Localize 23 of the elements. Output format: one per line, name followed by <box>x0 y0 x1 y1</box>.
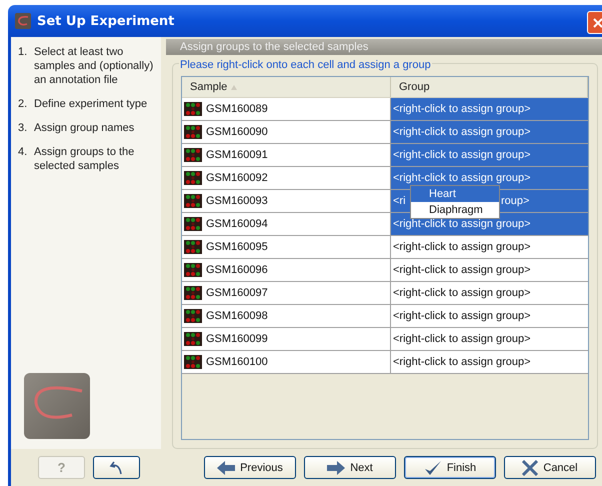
sample-name: GSM160097 <box>206 287 268 299</box>
step-number: 3. <box>18 121 28 135</box>
sample-name: GSM160092 <box>206 172 268 184</box>
sample-name: GSM160090 <box>206 126 268 138</box>
panel-title: Assign groups to the selected samples <box>180 41 368 53</box>
sample-name: GSM160089 <box>206 103 268 115</box>
step-number: 4. <box>18 145 28 160</box>
window-title: Set Up Experiment <box>37 14 174 28</box>
step-number: 1. <box>18 45 28 60</box>
sample-name: GSM160091 <box>206 149 268 161</box>
sample-name: GSM160098 <box>206 310 268 322</box>
sample-name: GSM160096 <box>206 264 268 276</box>
sample-name: GSM160099 <box>206 333 268 345</box>
step-label: Define experiment type <box>34 97 148 111</box>
sample-name: GSM160095 <box>206 241 268 253</box>
instruction-text: Please right-click onto each cell and assign a group <box>179 59 432 71</box>
sample-name: GSM160100 <box>206 356 268 368</box>
step-label: Assign groups to the selected samples <box>34 145 136 173</box>
step-label: Select at least two samples and (optionally) an annotation file <box>34 45 154 87</box>
step-label: Assign group names <box>34 121 134 135</box>
step-number: 2. <box>18 97 28 111</box>
sample-name: GSM160094 <box>206 218 268 230</box>
sample-name: GSM160093 <box>206 195 268 207</box>
